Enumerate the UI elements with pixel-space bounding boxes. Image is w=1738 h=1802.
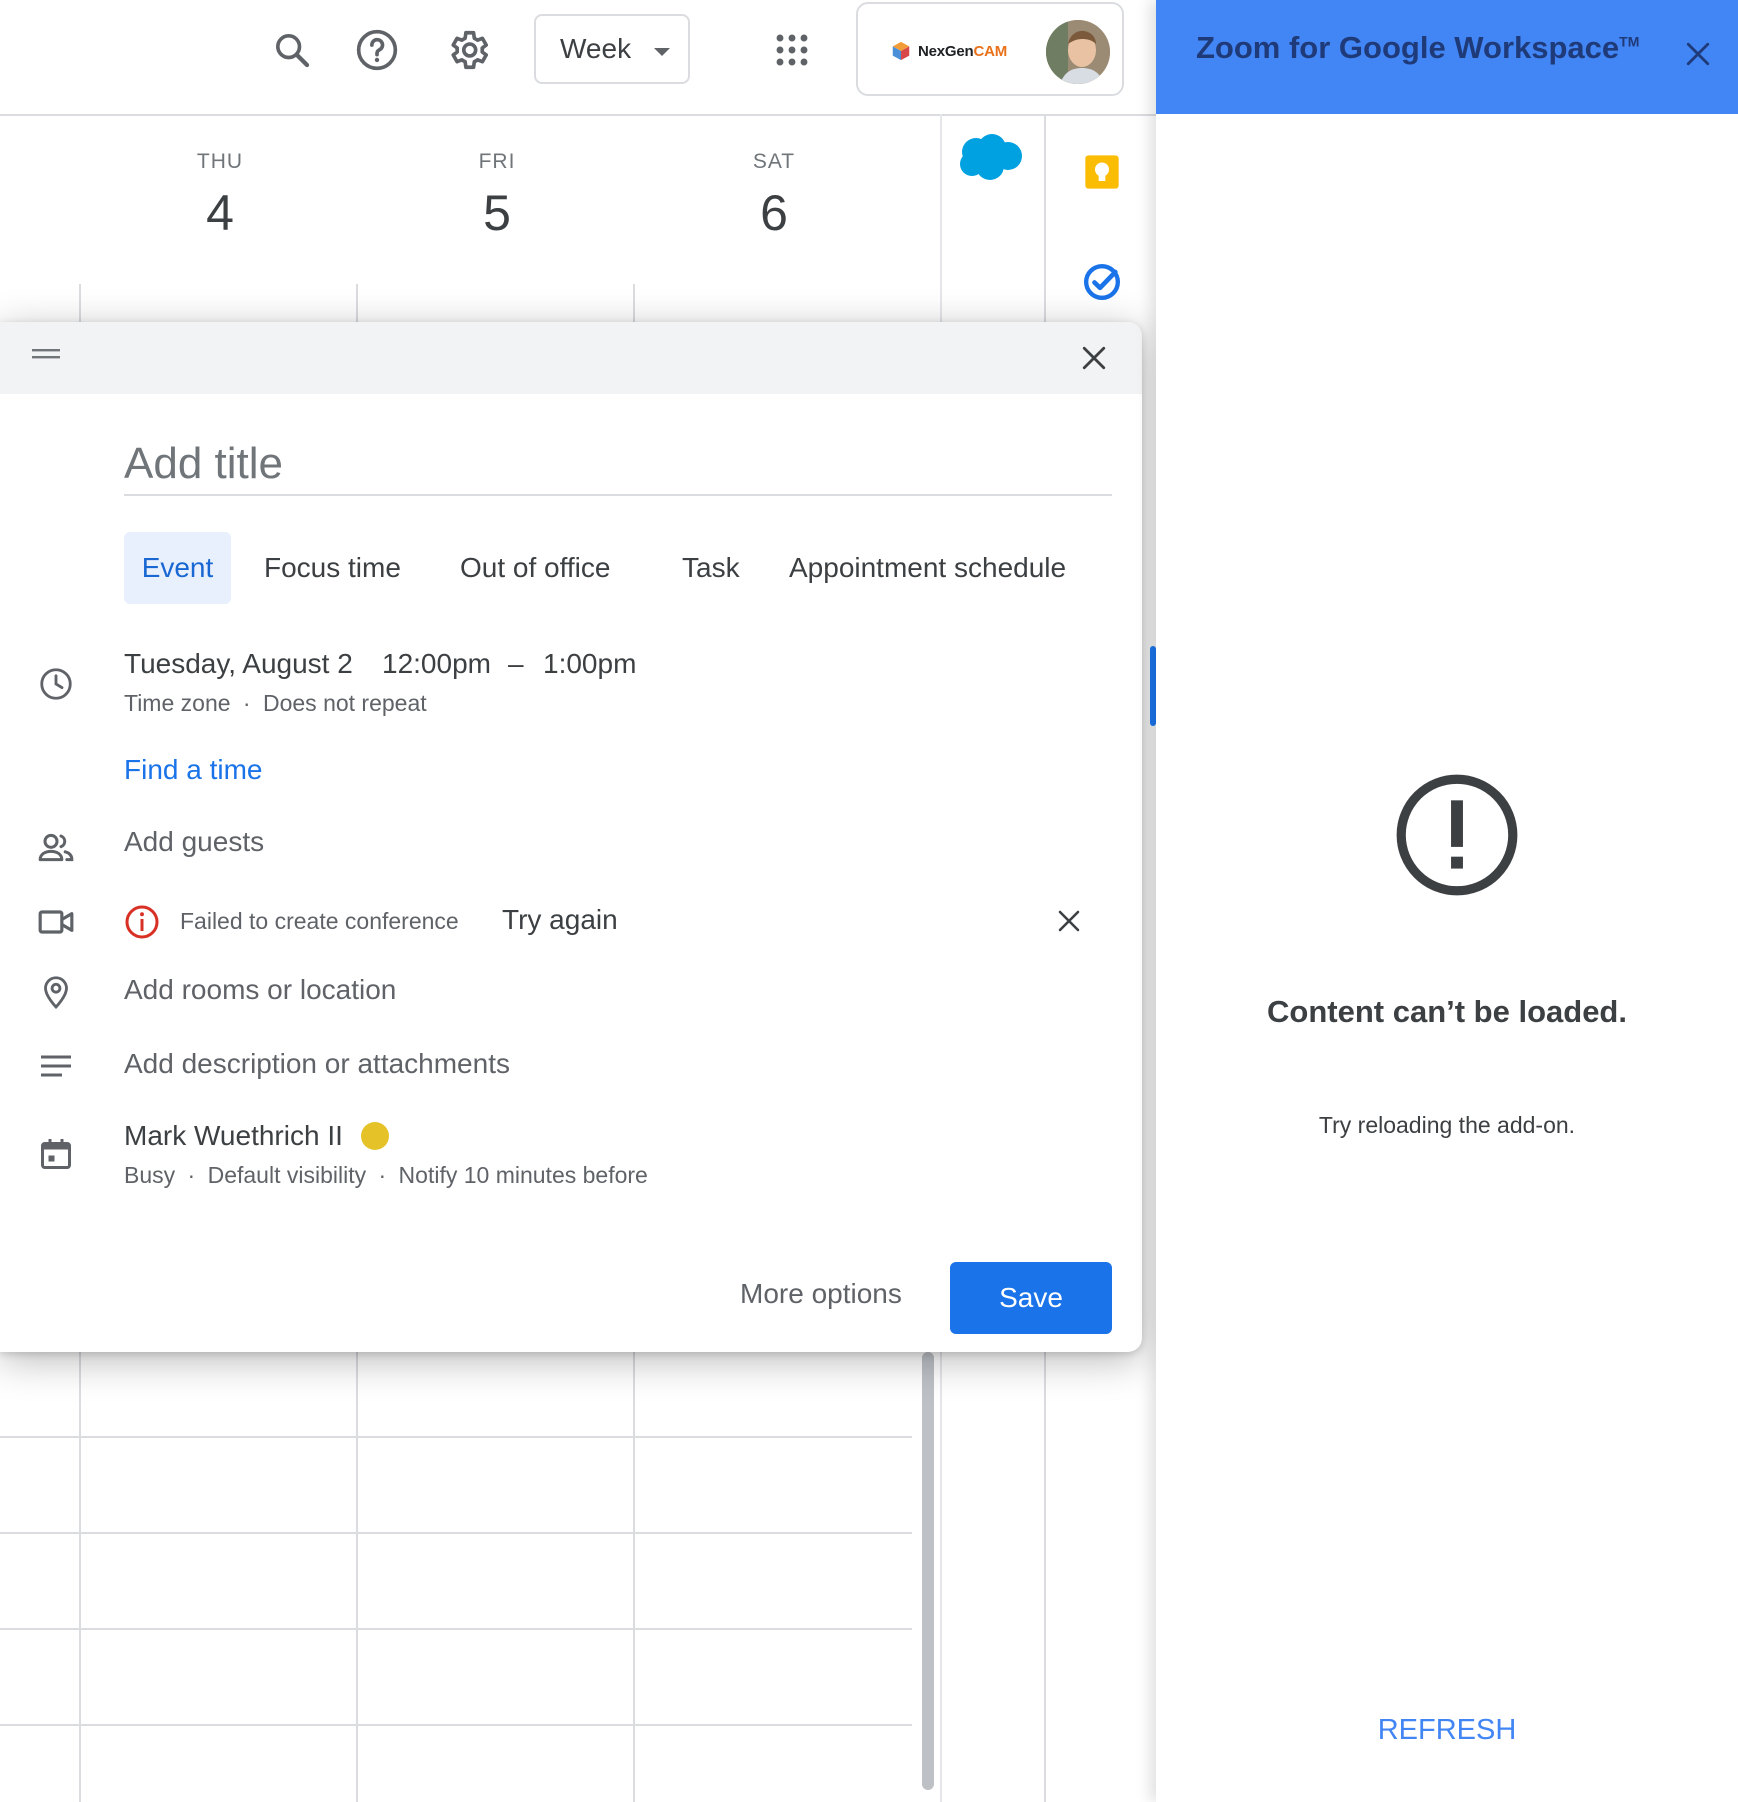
nexgencam-logo: NexGenCAM <box>890 40 1007 62</box>
video-camera-icon <box>34 900 78 944</box>
error-message: Content can’t be loaded. <box>1267 994 1627 1029</box>
day-number[interactable]: 5 <box>437 184 557 242</box>
grid-divider <box>633 1352 635 1802</box>
close-panel-icon[interactable] <box>1676 32 1720 76</box>
view-select-dropdown[interactable]: Week <box>534 14 690 84</box>
calendar-icon <box>34 1132 78 1176</box>
location-pin-icon <box>34 970 78 1014</box>
calendar-owner-name: Mark Wuethrich II <box>124 1120 343 1151</box>
repeat-option[interactable]: Does not repeat <box>263 690 427 716</box>
grid-divider <box>633 284 635 324</box>
dialog-header <box>0 322 1142 394</box>
day-name: SAT <box>752 150 796 173</box>
top-bar: Week NexGenCAM <box>0 0 1156 116</box>
error-icon <box>124 904 160 945</box>
more-options-button[interactable]: More options <box>740 1278 902 1310</box>
day-header-thu[interactable]: THU 4 <box>160 150 280 242</box>
notification-option[interactable]: Notify 10 minutes before <box>399 1162 648 1188</box>
description-lines-icon <box>34 1044 78 1088</box>
day-number[interactable]: 4 <box>160 184 280 242</box>
help-icon[interactable] <box>347 20 407 80</box>
tasks-icon[interactable] <box>1082 262 1122 307</box>
calendar-color-dot[interactable] <box>360 1122 389 1150</box>
grid-divider <box>356 284 358 324</box>
conference-error-text: Failed to create conference <box>180 908 459 934</box>
error-hint: Try reloading the add-on. <box>1318 1112 1576 1138</box>
tab-task[interactable]: Task <box>682 532 740 604</box>
separator-dot: · <box>242 690 251 716</box>
refresh-button[interactable]: REFRESH <box>1156 1714 1738 1747</box>
grid-hour-line <box>0 1436 912 1438</box>
addon-side-panel: Zoom for Google WorkspaceTM Content can’… <box>1156 0 1738 1802</box>
avatar[interactable] <box>1046 20 1110 84</box>
add-description-field[interactable]: Add description or attachments <box>124 1048 510 1080</box>
account-chip[interactable]: NexGenCAM <box>856 2 1124 96</box>
tab-focus-time[interactable]: Focus time <box>264 532 401 604</box>
addon-title-text: Zoom for Google Workspace <box>1196 30 1620 65</box>
grid-hour-line <box>0 1532 912 1534</box>
event-quick-create-dialog: Event Focus time Out of office Task Appo… <box>0 322 1142 1352</box>
find-a-time-link[interactable]: Find a time <box>124 754 263 786</box>
drag-handle-icon[interactable] <box>32 346 60 367</box>
close-icon[interactable] <box>1072 336 1116 380</box>
search-icon[interactable] <box>262 20 322 80</box>
brand-name: NexGen <box>918 42 974 60</box>
try-again-button[interactable]: Try again <box>502 904 618 936</box>
settings-gear-icon[interactable] <box>438 20 498 80</box>
separator-dot: · <box>378 1162 387 1188</box>
save-button[interactable]: Save <box>950 1262 1112 1334</box>
tab-event[interactable]: Event <box>124 532 231 604</box>
keep-icon[interactable] <box>1082 152 1122 197</box>
time-options: Time zone · Does not repeat <box>124 690 427 717</box>
clock-icon <box>34 662 78 706</box>
cube-icon <box>892 41 910 61</box>
grid-hour-line <box>0 1628 912 1630</box>
tab-appointment-schedule[interactable]: Appointment schedule <box>789 532 1066 604</box>
trademark-mark: TM <box>1619 33 1640 50</box>
add-location-field[interactable]: Add rooms or location <box>124 974 396 1006</box>
apps-grid-icon[interactable] <box>762 20 822 80</box>
grid-hour-line <box>0 1724 912 1726</box>
event-start-time[interactable]: 12:00pm <box>382 648 491 680</box>
day-name: THU <box>196 150 244 173</box>
event-end-time[interactable]: 1:00pm <box>543 648 636 680</box>
visibility-option[interactable]: Default visibility <box>208 1162 367 1188</box>
addon-panel-title: Zoom for Google WorkspaceTM <box>1196 30 1639 66</box>
add-guests-field[interactable]: Add guests <box>124 826 264 858</box>
separator-dot: · <box>187 1162 196 1188</box>
day-header-fri[interactable]: FRI 5 <box>437 150 557 242</box>
grid-divider <box>356 1352 358 1802</box>
addon-panel-header: Zoom for Google WorkspaceTM <box>1156 0 1738 114</box>
grid-divider <box>79 284 81 324</box>
guests-icon <box>34 826 78 870</box>
calendar-scrollbar[interactable] <box>922 1352 934 1790</box>
day-header-sat[interactable]: SAT 6 <box>714 150 834 242</box>
event-date[interactable]: Tuesday, August 2 <box>124 648 353 680</box>
day-name: FRI <box>478 150 516 173</box>
salesforce-icon[interactable] <box>954 130 1026 189</box>
time-zone-link[interactable]: Time zone <box>124 690 231 716</box>
busy-status[interactable]: Busy <box>124 1162 175 1188</box>
day-number[interactable]: 6 <box>714 184 834 242</box>
grid-divider <box>79 1352 81 1802</box>
event-title-input[interactable] <box>124 434 1112 496</box>
event-status-options: Busy · Default visibility · Notify 10 mi… <box>124 1162 648 1189</box>
chevron-down-icon <box>654 48 670 56</box>
remove-conference-icon[interactable] <box>1050 902 1088 940</box>
view-select-label: Week <box>560 33 632 64</box>
calendar-owner[interactable]: Mark Wuethrich II <box>124 1120 389 1152</box>
alert-exclamation-icon <box>1392 770 1522 905</box>
time-dash: – <box>508 648 524 679</box>
tab-out-of-office[interactable]: Out of office <box>460 532 610 604</box>
brand-suffix: CAM <box>973 42 1008 60</box>
